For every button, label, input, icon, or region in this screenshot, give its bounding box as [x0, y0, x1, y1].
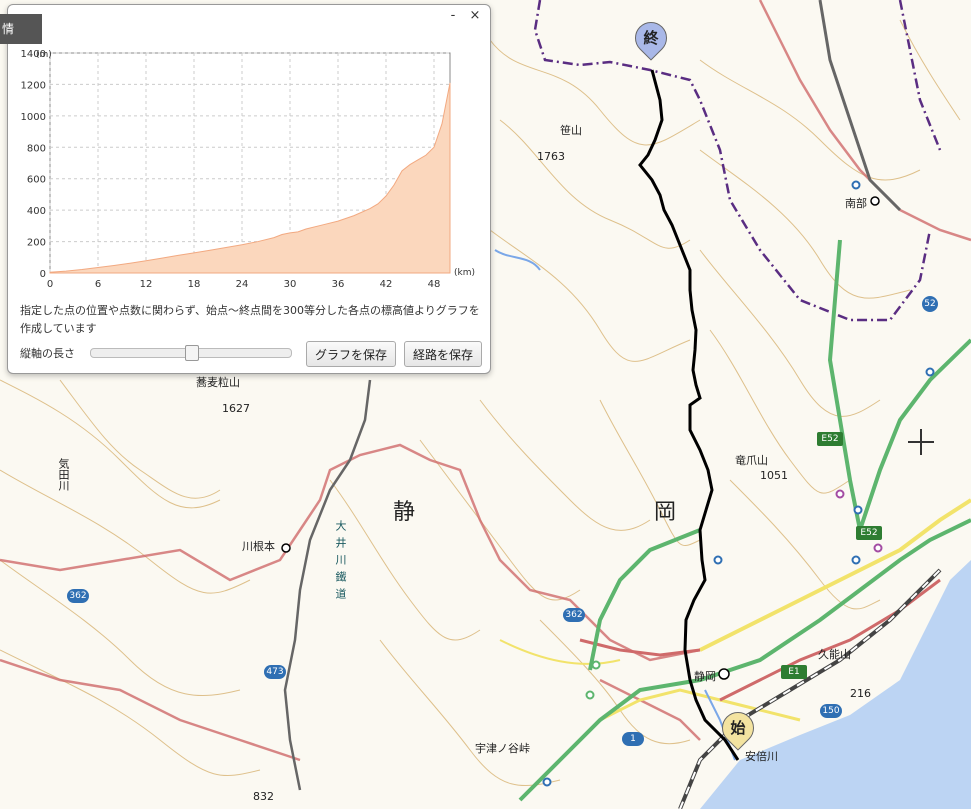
route-shield: 52 — [922, 296, 938, 312]
x-tick-label: 36 — [332, 279, 345, 290]
save-route-button[interactable]: 経路を保存 — [404, 341, 483, 367]
start-pin-label: 始 — [730, 719, 746, 737]
map-place-label: 久能山 — [818, 648, 851, 661]
x-tick-label: 6 — [95, 279, 101, 290]
map-place-label: 笹山 — [560, 124, 582, 137]
minimize-button[interactable]: - — [446, 9, 460, 23]
route-shield: E52 — [856, 526, 882, 540]
y-tick-label: 0 — [40, 269, 46, 280]
map-place-label: 832 — [253, 790, 274, 803]
route-shield: E52 — [817, 432, 843, 446]
axis-length-slider-handle[interactable] — [185, 345, 199, 361]
close-button[interactable]: × — [468, 9, 482, 23]
x-tick-label: 24 — [236, 279, 249, 290]
route-shield: E1 — [781, 665, 807, 679]
y-tick-label: 600 — [27, 175, 46, 186]
x-tick-label: 12 — [140, 279, 153, 290]
map-region-label: 静 — [393, 500, 416, 525]
map-river-label: 気田川 — [57, 458, 70, 491]
map-place-label: 216 — [850, 687, 871, 700]
x-tick-label: 18 — [188, 279, 201, 290]
x-tick-label: 42 — [380, 279, 393, 290]
x-axis-unit: (km) — [454, 268, 475, 278]
y-axis-unit: (m) — [36, 50, 52, 60]
map-place-label: 静岡 — [694, 670, 716, 683]
map-railway-label: 大井川鐵道 — [334, 520, 347, 605]
map-place-label: 蕎麦粒山 — [196, 376, 240, 389]
route-shield: 150 — [820, 704, 842, 718]
y-tick-label: 1200 — [21, 80, 46, 91]
route-shield: 362 — [563, 608, 585, 622]
map-place-label: 1627 — [222, 402, 250, 415]
side-tab[interactable]: 情 — [0, 14, 42, 44]
map-place-label: 宇津ノ谷峠 — [475, 742, 530, 755]
y-tick-label: 1000 — [21, 112, 46, 123]
map-place-label: 竜爪山 — [735, 454, 768, 467]
elevation-profile-panel: - × 0 200 400 600 800 1000 1200 1400 0 6 12 18 24 30 3… — [7, 4, 491, 374]
route-shield: 473 — [264, 665, 286, 679]
end-pin-label: 終 — [643, 29, 659, 47]
axis-length-slider[interactable] — [90, 345, 292, 361]
map-place-label: 1763 — [537, 150, 565, 163]
x-tick-label: 48 — [428, 279, 441, 290]
map-region-label: 岡 — [654, 500, 677, 525]
y-tick-label: 400 — [27, 206, 46, 217]
map-place-label: 安倍川 — [745, 750, 778, 763]
map-place-label: 1051 — [760, 469, 788, 482]
x-tick-label: 30 — [284, 279, 297, 290]
route-shield: 1 — [622, 732, 644, 746]
save-graph-button[interactable]: グラフを保存 — [306, 341, 397, 367]
map-place-label: 南部 — [845, 197, 867, 210]
route-shield: 362 — [67, 589, 89, 603]
map-place-label: 川根本 — [242, 540, 275, 553]
elevation-chart: 02004006008001000120014000 6 12 18 24 30 36 42 4… — [21, 49, 475, 290]
x-tick-label: 0 — [47, 279, 53, 290]
y-tick-label: 800 — [27, 143, 46, 154]
graph-note: 指定した点の位置や点数に関わらず、始点～終点間を300等分した各点の標高値よりグ… — [20, 304, 480, 335]
axis-length-label: 縦軸の長さ — [20, 347, 75, 360]
y-tick-label: 200 — [27, 238, 46, 249]
